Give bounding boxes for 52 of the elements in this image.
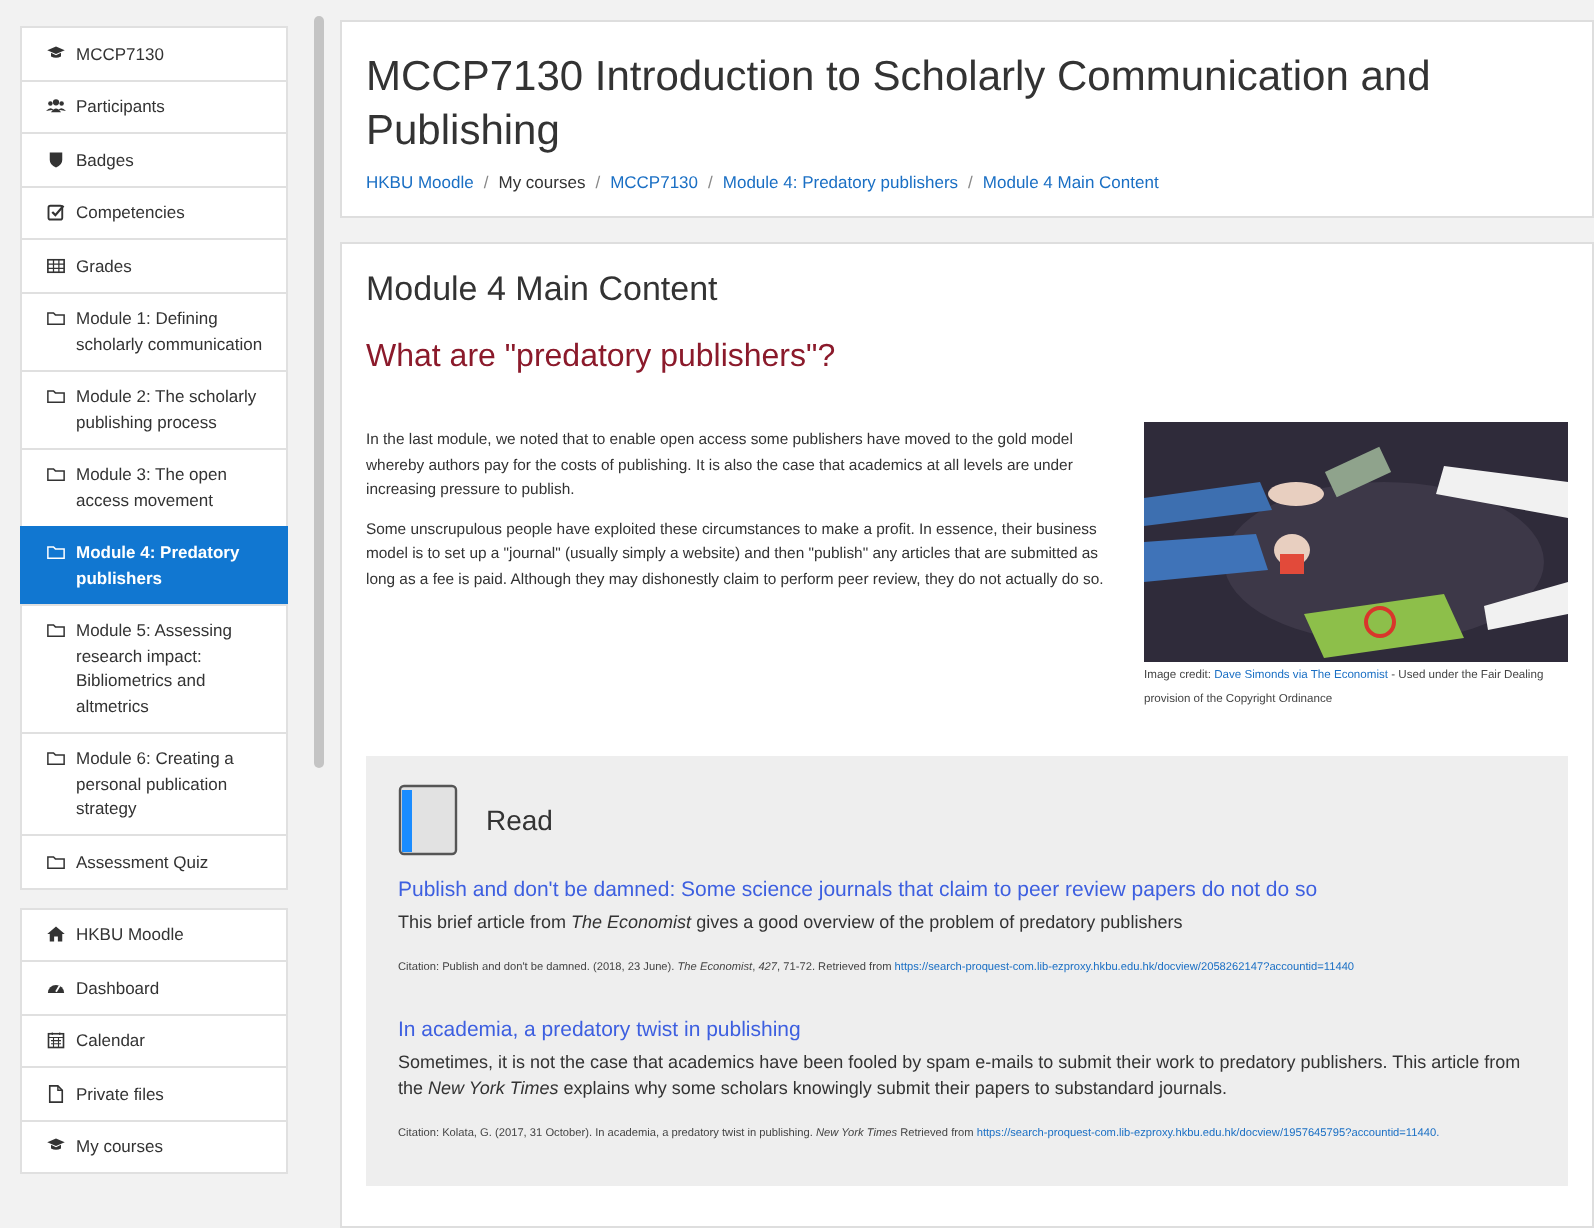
- table-icon: [46, 255, 66, 275]
- nav-item[interactable]: Calendar: [20, 1013, 288, 1068]
- scrollbar[interactable]: [314, 16, 324, 768]
- folder-icon: [46, 620, 66, 640]
- nav-item[interactable]: Module 2: The scholarly publishing process: [20, 369, 288, 449]
- breadcrumb-separator: /: [483, 170, 489, 196]
- nav-item[interactable]: Participants: [20, 79, 288, 134]
- breadcrumb-link[interactable]: MCCP7130: [610, 170, 699, 196]
- breadcrumb-item: My courses: [498, 170, 586, 196]
- breadcrumb-link[interactable]: Module 4: Predatory publishers: [722, 170, 959, 196]
- article-description: Sometimes, it is not the case that academics have been fooled by spam e-mails to submit their work to predatory publishers. This article from the New York Times explains why some scholars knowingly submit their papers to substandard journals.: [398, 1050, 1523, 1103]
- book-icon: [398, 784, 458, 857]
- nav-item[interactable]: Module 1: Defining scholarly communication: [20, 291, 288, 371]
- breadcrumb-separator: /: [708, 170, 713, 196]
- nav-item[interactable]: Module 5: Assessing research impact: Bibliometrics and altmetrics: [20, 603, 288, 733]
- nav-item[interactable]: MCCP7130: [20, 26, 288, 81]
- calendar-icon: [46, 1030, 66, 1050]
- nav-item[interactable]: Module 4: Predatory publishers: [20, 525, 288, 605]
- graduation-cap-icon: [46, 43, 66, 63]
- shield-icon: [46, 149, 66, 169]
- file-icon: [46, 1083, 66, 1103]
- checkbox-icon: [46, 202, 66, 222]
- section-title: Module 4 Main Content: [366, 267, 720, 312]
- article-link[interactable]: Publish and don't be damned: Some science journals that claim to peer review papers do not do so: [398, 876, 1318, 905]
- folder-icon: [46, 748, 66, 768]
- nav-item[interactable]: Competencies: [20, 185, 288, 240]
- folder-icon: [46, 542, 66, 562]
- house-icon: [46, 924, 66, 944]
- folder-icon: [46, 386, 66, 406]
- nav-item[interactable]: Module 6: Creating a personal publication strategy: [20, 731, 288, 836]
- nav-item[interactable]: HKBU Moodle: [20, 907, 288, 962]
- page-title: MCCP7130 Introduction to Scholarly Communication and Publishing: [366, 52, 1433, 158]
- graduation-cap-icon: [46, 1136, 66, 1156]
- breadcrumb-separator: /: [968, 170, 973, 196]
- nav-item[interactable]: Assessment Quiz: [20, 834, 288, 889]
- nav-item[interactable]: Grades: [20, 238, 288, 293]
- folder-icon: [46, 851, 66, 871]
- nav-item[interactable]: Dashboard: [20, 960, 288, 1015]
- section-heading: What are "predatory publishers"?: [366, 338, 838, 379]
- article-link[interactable]: In academia, a predatory twist in publishing: [398, 1016, 801, 1045]
- users-icon: [46, 96, 66, 116]
- nav-item[interactable]: Badges: [20, 132, 288, 187]
- nav-item[interactable]: Private files: [20, 1066, 288, 1121]
- nav-item[interactable]: My courses: [20, 1119, 288, 1174]
- breadcrumb-link[interactable]: HKBU Moodle: [366, 170, 474, 196]
- nav-item[interactable]: Module 3: The open access movement: [20, 447, 288, 527]
- read-title: Read: [486, 801, 553, 840]
- folder-icon: [46, 464, 66, 484]
- folder-icon: [46, 308, 66, 328]
- breadcrumb-link[interactable]: Module 4 Main Content: [982, 170, 1159, 196]
- breadcrumb-separator: /: [595, 170, 601, 196]
- article-description: This brief article from The Economist gives a good overview of the problem of predatory publishers: [398, 910, 1185, 937]
